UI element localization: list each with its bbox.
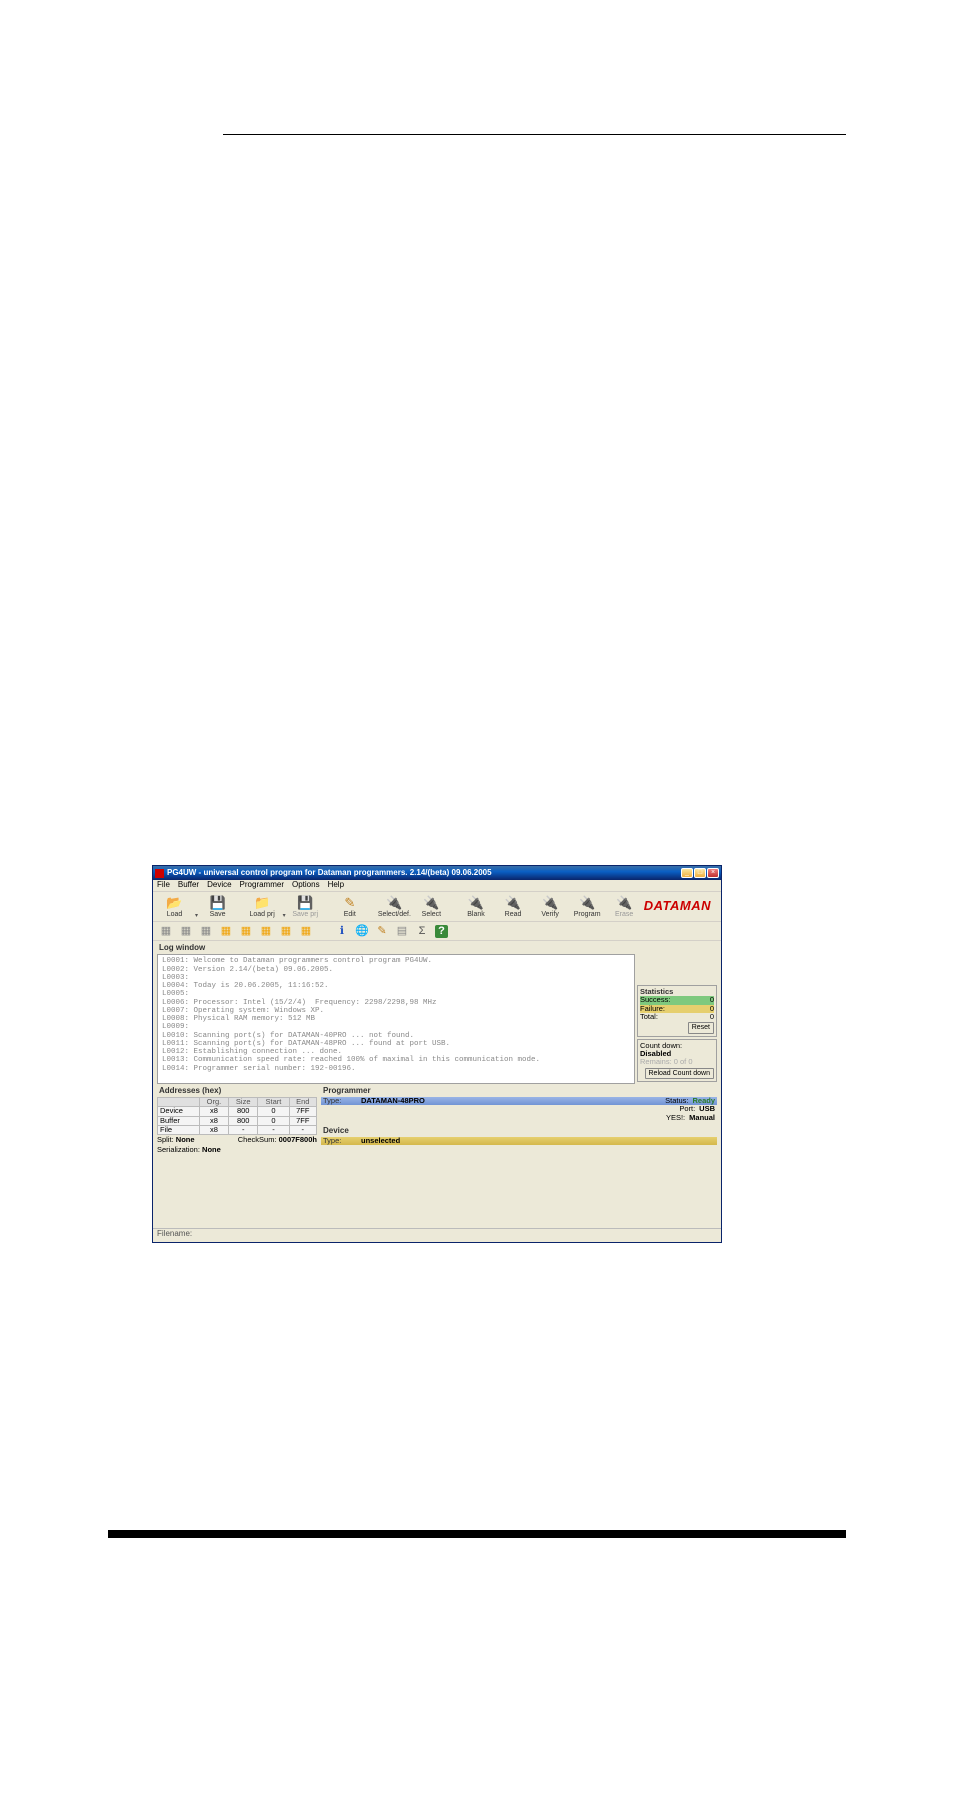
- load-button[interactable]: 📂Load: [157, 894, 192, 920]
- doc-icon-7[interactable]: ▦: [279, 924, 293, 938]
- secondary-toolbar: ▦ ▦ ▦ ▦ ▦ ▦ ▦ ▦ ℹ 🌐 ✎ ▤ Σ ?: [153, 922, 721, 941]
- prog-yes-value: Manual: [689, 1114, 715, 1122]
- erase-button[interactable]: 🔌Erase: [607, 894, 642, 920]
- minimize-button[interactable]: _: [681, 868, 693, 878]
- device-type-value: unselected: [361, 1137, 400, 1145]
- split-value: None: [176, 1135, 195, 1144]
- split-label: Split:: [157, 1135, 174, 1144]
- menu-device[interactable]: Device: [207, 881, 231, 890]
- read-button[interactable]: 🔌Read: [496, 894, 531, 920]
- reload-countdown-button[interactable]: Reload Count down: [645, 1068, 715, 1080]
- doc-icon-5[interactable]: ▦: [239, 924, 253, 938]
- total-label: Total:: [640, 1013, 658, 1021]
- serialization-value: None: [202, 1145, 221, 1154]
- sum-icon[interactable]: Σ: [415, 924, 429, 938]
- countdown-panel: Count down: Disabled Remains: 0 of 0 Rel…: [637, 1039, 717, 1082]
- app-window: PG4UW - universal control program for Da…: [152, 865, 722, 1243]
- window-title: PG4UW - universal control program for Da…: [167, 869, 681, 878]
- close-button[interactable]: ×: [707, 868, 719, 878]
- addresses-panel: Addresses (hex) Org.SizeStartEndDevicex8…: [157, 1086, 317, 1155]
- statistics-panel: Statistics Success:0 Failure:0 Total:0 R…: [637, 985, 717, 1037]
- blank-button[interactable]: 🔌Blank: [458, 894, 493, 920]
- device-type-label: Type:: [323, 1137, 361, 1145]
- addresses-title: Addresses (hex): [157, 1086, 317, 1097]
- select-button[interactable]: 🔌Select: [414, 894, 449, 920]
- menu-buffer[interactable]: Buffer: [178, 881, 199, 890]
- menu-programmer[interactable]: Programmer: [240, 881, 284, 890]
- doc-icon-4[interactable]: ▦: [219, 924, 233, 938]
- doc-icon-3[interactable]: ▦: [199, 924, 213, 938]
- prog-yes-label: YES!:: [666, 1114, 685, 1122]
- app-icon: [155, 869, 164, 878]
- edit-button[interactable]: ✎Edit: [332, 894, 367, 920]
- save-button[interactable]: 💾Save: [200, 894, 235, 920]
- verify-button[interactable]: 🔌Verify: [533, 894, 568, 920]
- info-icon[interactable]: ℹ: [335, 924, 349, 938]
- device-title: Device: [321, 1126, 717, 1137]
- log-window-title: Log window: [157, 943, 717, 954]
- maximize-button[interactable]: □: [694, 868, 706, 878]
- calc-icon[interactable]: ▤: [395, 924, 409, 938]
- reset-button[interactable]: Reset: [688, 1022, 714, 1034]
- doc-icon-2[interactable]: ▦: [179, 924, 193, 938]
- checksum-value: 0007F800h: [279, 1135, 317, 1144]
- load-dropdown[interactable]: ▾: [195, 913, 198, 920]
- select-def-button[interactable]: 🔌Select/def.: [377, 894, 412, 920]
- addresses-table: Org.SizeStartEndDevicex880007FFBufferx88…: [157, 1097, 317, 1135]
- save-prj-button[interactable]: 💾Save prj: [288, 894, 323, 920]
- menu-help[interactable]: Help: [328, 881, 344, 890]
- doc-icon-6[interactable]: ▦: [259, 924, 273, 938]
- programmer-panel: Programmer Type: DATAMAN-48PRO Status: R…: [321, 1086, 717, 1155]
- load-prj-dropdown[interactable]: ▾: [283, 913, 286, 920]
- main-toolbar: 📂Load ▾ 💾Save 📁Load prj ▾ 💾Save prj ✎Edi…: [153, 892, 721, 923]
- doc-icon-1[interactable]: ▦: [159, 924, 173, 938]
- filename-label: Filename:: [157, 1229, 192, 1238]
- prog-type-value: DATAMAN-48PRO: [361, 1097, 425, 1105]
- serialization-label: Serialization:: [157, 1145, 200, 1154]
- note-icon[interactable]: ✎: [375, 924, 389, 938]
- load-prj-button[interactable]: 📁Load prj: [245, 894, 280, 920]
- doc-icon-8[interactable]: ▦: [299, 924, 313, 938]
- program-button[interactable]: 🔌Program: [570, 894, 605, 920]
- log-textarea[interactable]: L0001: Welcome to Dataman programmers co…: [157, 954, 635, 1084]
- prog-type-label: Type:: [323, 1097, 361, 1105]
- globe-icon[interactable]: 🌐: [355, 924, 369, 938]
- checksum-label: CheckSum:: [238, 1135, 277, 1144]
- menu-file[interactable]: File: [157, 881, 170, 890]
- statusbar: Filename:: [153, 1228, 721, 1242]
- menubar: File Buffer Device Programmer Options He…: [153, 880, 721, 892]
- remains-text: Remains: 0 of 0: [640, 1058, 714, 1066]
- brand-logo: DATAMAN: [644, 899, 717, 913]
- help-icon[interactable]: ?: [435, 925, 448, 938]
- titlebar[interactable]: PG4UW - universal control program for Da…: [153, 866, 721, 880]
- menu-options[interactable]: Options: [292, 881, 320, 890]
- total-value: 0: [710, 1013, 714, 1021]
